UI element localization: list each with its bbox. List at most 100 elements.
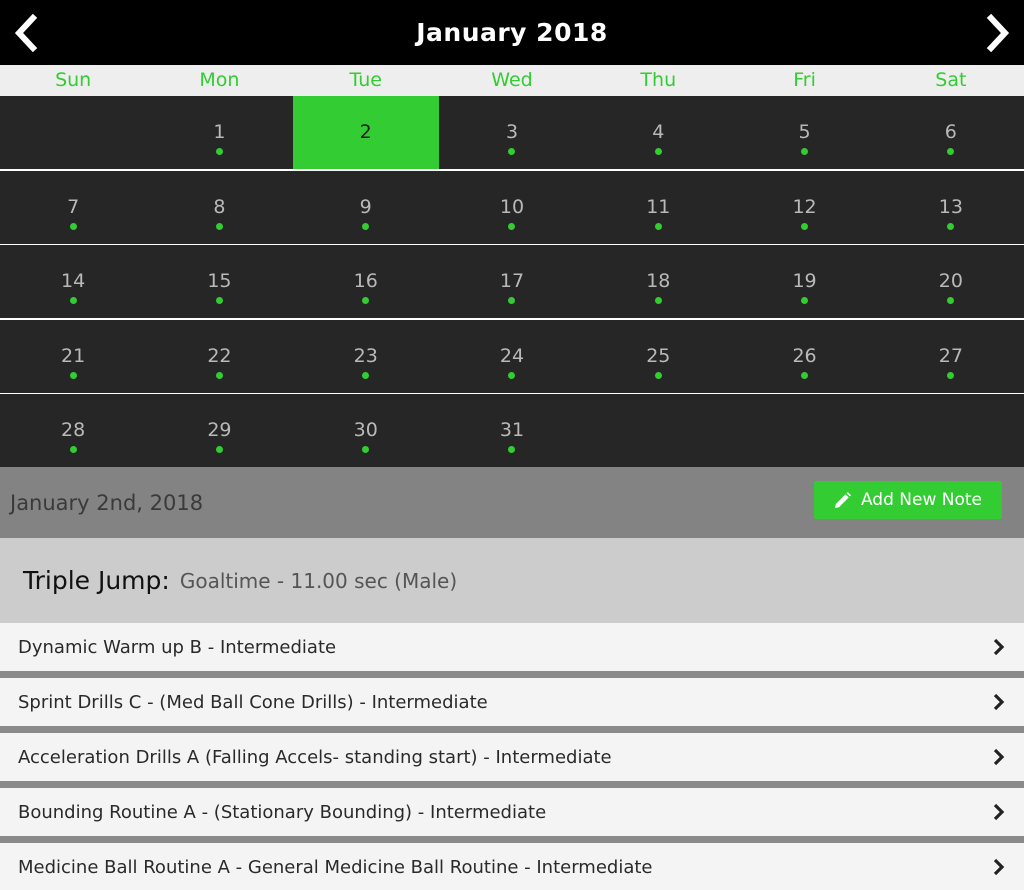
event-dot-indicator bbox=[215, 446, 223, 453]
day-number: 23 bbox=[353, 344, 378, 367]
event-dot-indicator bbox=[508, 222, 516, 230]
day-number: 3 bbox=[505, 121, 519, 143]
calendar-day-23[interactable]: 23 bbox=[293, 320, 439, 393]
day-number: 17 bbox=[499, 270, 525, 292]
calendar-day-21[interactable]: 21 bbox=[0, 320, 146, 393]
list-item[interactable]: Dynamic Warm up B - Intermediate bbox=[0, 623, 1024, 671]
calendar-day-30[interactable]: 30 bbox=[293, 394, 439, 467]
calendar-day-18[interactable]: 18 bbox=[585, 245, 731, 318]
day-number: 7 bbox=[67, 195, 80, 218]
day-number: 21 bbox=[61, 344, 86, 367]
day-number: 16 bbox=[353, 270, 378, 292]
event-dot-indicator bbox=[947, 371, 955, 379]
pencil-icon bbox=[834, 491, 851, 508]
calendar-day-4[interactable]: 4 bbox=[585, 96, 731, 169]
day-number: 12 bbox=[792, 195, 817, 218]
weekday-label: Mon bbox=[199, 69, 240, 91]
day-number: 8 bbox=[213, 195, 226, 218]
calendar-day-2[interactable]: 2 bbox=[292, 96, 439, 169]
day-number: 24 bbox=[499, 344, 525, 367]
event-dot-indicator bbox=[362, 222, 370, 230]
calendar-day-5[interactable]: 5 bbox=[731, 96, 877, 169]
calendar-day-17[interactable]: 17 bbox=[439, 245, 585, 318]
calendar-day-19[interactable]: 19 bbox=[731, 245, 877, 318]
calendar-day-12[interactable]: 12 bbox=[731, 171, 877, 244]
day-number: 13 bbox=[938, 195, 963, 218]
day-number: 29 bbox=[207, 419, 232, 441]
calendar-day-10[interactable]: 10 bbox=[439, 171, 585, 244]
calendar-day-16[interactable]: 16 bbox=[293, 245, 439, 318]
calendar-day-22[interactable]: 22 bbox=[146, 320, 292, 393]
calendar-day-empty bbox=[731, 394, 877, 467]
calendar-day-11[interactable]: 11 bbox=[585, 171, 731, 244]
calendar-header: January 2018 bbox=[0, 0, 1024, 65]
event-dot-indicator bbox=[801, 297, 809, 304]
event-dot-indicator bbox=[654, 148, 662, 155]
chevron-right-icon bbox=[993, 803, 1005, 821]
add-new-note-label: Add New Note bbox=[860, 490, 983, 510]
month-title: January 2018 bbox=[416, 18, 608, 47]
weekday-label: Tue bbox=[349, 69, 382, 91]
calendar-day-1[interactable]: 1 bbox=[146, 96, 292, 169]
calendar-day-26[interactable]: 26 bbox=[731, 320, 877, 393]
event-dot-indicator bbox=[362, 371, 370, 379]
event-dot-indicator bbox=[654, 371, 662, 379]
event-dot-indicator bbox=[508, 297, 516, 304]
calendar-grid: 1 2 3 4 5 6 7 8 9 10 11 12 13 14 15 16 17 18 19 20 21 22 23 24 2… bbox=[0, 96, 1024, 467]
calendar-week-row: 1 2 3 4 5 6 bbox=[0, 96, 1024, 169]
selected-date-bar: January 2nd, 2018 Add New Note bbox=[0, 467, 1024, 538]
event-dot-indicator bbox=[215, 297, 223, 304]
calendar-day-8[interactable]: 8 bbox=[146, 171, 292, 244]
calendar-week-row: 14 15 16 17 18 19 20 bbox=[0, 245, 1024, 318]
calendar-day-9[interactable]: 9 bbox=[293, 171, 439, 244]
day-number: 4 bbox=[652, 121, 665, 143]
list-item[interactable]: Bounding Routine A - (Stationary Boundin… bbox=[0, 788, 1024, 836]
calendar-day-14[interactable]: 14 bbox=[0, 245, 146, 318]
calendar-day-6[interactable]: 6 bbox=[878, 96, 1024, 169]
chevron-right-icon bbox=[993, 638, 1005, 656]
list-item[interactable]: Acceleration Drills A (Falling Accels- s… bbox=[0, 733, 1024, 781]
weekday-label: Wed bbox=[491, 69, 533, 91]
weekday-label: Fri bbox=[793, 69, 816, 91]
prev-month-button[interactable] bbox=[0, 0, 50, 65]
event-header: Triple Jump: Goaltime - 11.00 sec (Male) bbox=[0, 538, 1024, 623]
calendar-day-24[interactable]: 24 bbox=[439, 320, 585, 393]
calendar-day-empty bbox=[0, 96, 146, 169]
routine-label: Acceleration Drills A (Falling Accels- s… bbox=[18, 746, 612, 768]
calendar-week-row: 28 29 30 31 bbox=[0, 394, 1024, 467]
event-dot-indicator bbox=[947, 222, 955, 230]
calendar-week-row: 7 8 9 10 11 12 13 bbox=[0, 170, 1024, 244]
event-goal: Goaltime - 11.00 sec (Male) bbox=[179, 568, 458, 593]
weekday-label: Sun bbox=[55, 69, 92, 91]
event-dot-indicator bbox=[654, 297, 662, 304]
day-number: 10 bbox=[499, 195, 525, 218]
calendar-day-7[interactable]: 7 bbox=[0, 171, 146, 244]
calendar-day-28[interactable]: 28 bbox=[0, 394, 146, 467]
calendar-day-27[interactable]: 27 bbox=[878, 320, 1024, 393]
add-new-note-button[interactable]: Add New Note bbox=[814, 481, 1002, 519]
list-item[interactable]: Medicine Ball Routine A - General Medici… bbox=[0, 843, 1024, 890]
calendar-day-3[interactable]: 3 bbox=[439, 96, 585, 169]
event-dot-indicator bbox=[508, 446, 516, 453]
routine-list: Dynamic Warm up B - Intermediate Sprint … bbox=[0, 623, 1024, 890]
list-item[interactable]: Sprint Drills C - (Med Ball Cone Drills)… bbox=[0, 678, 1024, 726]
calendar-day-20[interactable]: 20 bbox=[878, 245, 1024, 318]
calendar-day-13[interactable]: 13 bbox=[878, 171, 1024, 244]
next-month-button[interactable] bbox=[974, 0, 1024, 65]
calendar-app: January 2018 Sun Mon Tue Wed Thu Fri Sat… bbox=[0, 0, 1024, 890]
calendar-day-25[interactable]: 25 bbox=[585, 320, 731, 393]
event-dot-indicator bbox=[801, 222, 809, 230]
day-number: 20 bbox=[938, 270, 963, 292]
day-number: 25 bbox=[646, 344, 671, 367]
calendar-day-15[interactable]: 15 bbox=[146, 245, 292, 318]
selected-date-label: January 2nd, 2018 bbox=[10, 490, 204, 515]
day-number: 27 bbox=[938, 344, 963, 367]
calendar-day-31[interactable]: 31 bbox=[439, 394, 585, 467]
day-number: 9 bbox=[359, 195, 372, 218]
event-dot-indicator bbox=[215, 222, 223, 230]
event-dot-indicator bbox=[508, 148, 516, 155]
calendar-day-29[interactable]: 29 bbox=[146, 394, 292, 467]
day-number: 26 bbox=[792, 344, 817, 367]
event-dot-indicator bbox=[362, 297, 370, 304]
calendar-day-empty bbox=[585, 394, 731, 467]
